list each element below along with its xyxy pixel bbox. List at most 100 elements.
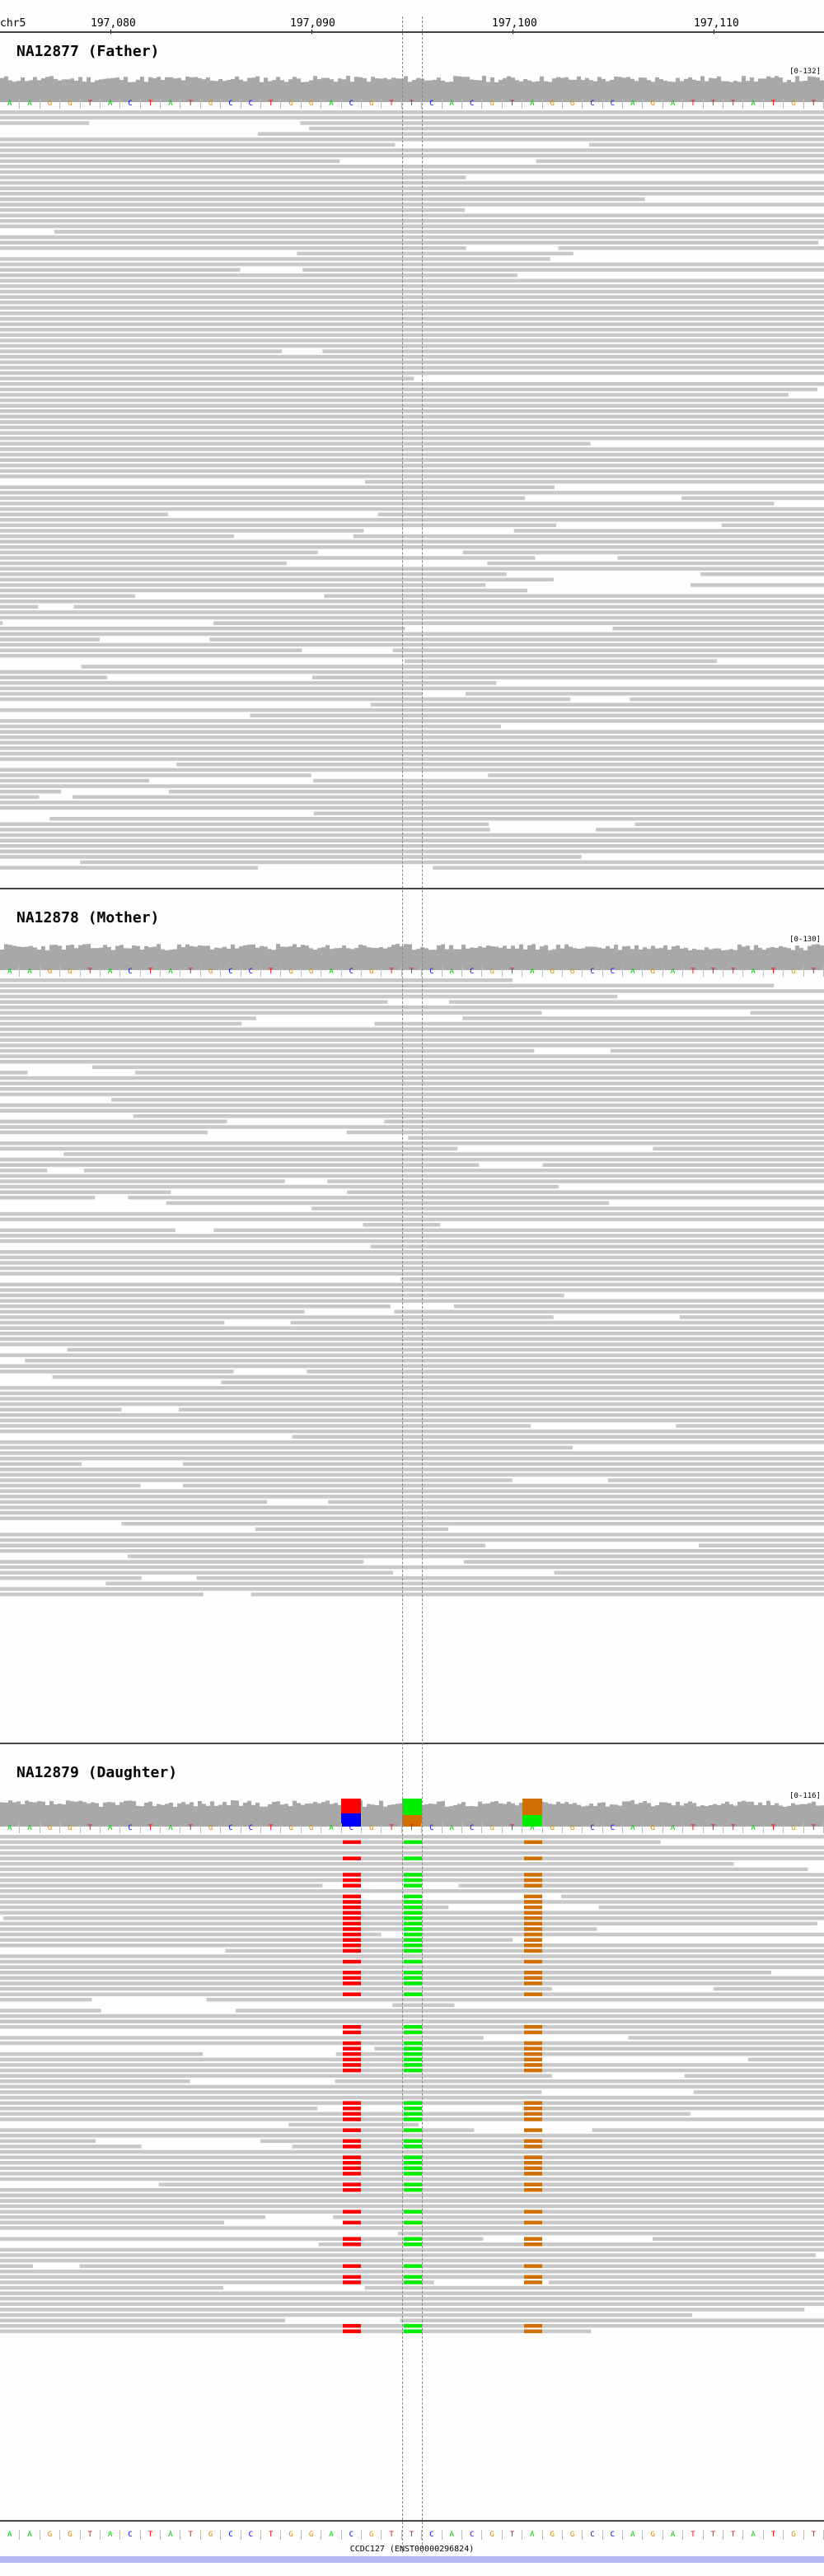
reference-base: T — [704, 2530, 724, 2540]
aligned-read — [0, 1016, 256, 1020]
aligned-read — [400, 2318, 824, 2322]
aligned-read — [52, 1374, 824, 1379]
aligned-read — [374, 1021, 824, 1026]
reference-base: A — [0, 967, 21, 977]
aligned-read — [0, 1125, 824, 1129]
mismatch-base — [404, 1911, 422, 1915]
mismatch-base — [524, 2329, 542, 2334]
reference-base: G — [40, 967, 61, 977]
coverage-track-daughter[interactable] — [0, 1794, 824, 1827]
mismatch-base — [524, 1894, 542, 1899]
aligned-read — [0, 360, 824, 365]
aligned-read — [0, 2302, 824, 2307]
aligned-read — [0, 1370, 234, 1374]
mismatch-base — [343, 1856, 361, 1860]
reference-base: C — [462, 1823, 483, 1833]
aligned-read — [0, 697, 571, 702]
mismatch-base — [524, 2139, 542, 2144]
aligned-read — [0, 180, 824, 185]
mismatch-base — [404, 1971, 422, 1975]
aligned-read — [0, 1500, 267, 1505]
aligned-read — [73, 795, 824, 800]
aligned-read — [0, 1445, 574, 1450]
aligned-read — [182, 1483, 824, 1488]
aligned-read — [0, 420, 824, 424]
aligned-read — [0, 2297, 824, 2301]
reference-base: G — [281, 99, 302, 109]
reference-base: G — [40, 1823, 61, 1833]
aligned-read — [0, 2144, 142, 2149]
gene-annotation-bar[interactable] — [0, 2556, 824, 2563]
reference-base: C — [603, 99, 624, 109]
aligned-read — [0, 523, 556, 528]
aligned-read — [0, 224, 824, 229]
aligned-read — [0, 376, 414, 380]
reference-base: G — [543, 1823, 563, 1833]
center-guide-line — [402, 16, 403, 2553]
coverage-variant-bar — [341, 1799, 361, 1813]
aligned-read — [0, 594, 135, 598]
aligned-read — [0, 153, 824, 158]
aligned-read — [0, 366, 824, 370]
reference-base: T — [764, 99, 784, 109]
reference-base: T — [141, 1823, 162, 1833]
read-alignments-father[interactable] — [0, 110, 824, 884]
aligned-read — [0, 1889, 824, 1893]
reference-base: A — [101, 967, 121, 977]
mismatch-base — [524, 2030, 542, 2035]
reference-base: A — [20, 99, 40, 109]
reference-base: C — [241, 967, 262, 977]
aligned-read — [0, 627, 405, 631]
aligned-read — [0, 583, 486, 587]
aligned-read — [0, 2036, 484, 2040]
reference-base: T — [382, 967, 402, 977]
mismatch-base — [524, 1921, 542, 1926]
reference-base: G — [40, 2530, 61, 2540]
aligned-read — [0, 1565, 824, 1570]
aligned-read — [236, 2009, 824, 2013]
coverage-track-mother[interactable] — [0, 937, 824, 970]
coverage-track-father[interactable] — [0, 69, 824, 102]
aligned-read — [462, 1016, 824, 1020]
mismatch-base — [404, 2166, 422, 2171]
reference-base: G — [201, 2530, 222, 2540]
reference-base: T — [141, 2530, 162, 2540]
aligned-read — [196, 1576, 824, 1580]
mismatch-base — [524, 2237, 542, 2241]
reference-base: T — [261, 1823, 282, 1833]
track-divider — [0, 1743, 824, 1744]
reference-base: G — [281, 967, 302, 977]
reference-base: T — [804, 1823, 824, 1833]
read-alignments-mother[interactable] — [0, 978, 824, 1604]
reference-base: C — [422, 967, 442, 977]
aligned-read — [307, 1370, 824, 1374]
aligned-read — [0, 316, 824, 321]
aligned-read — [679, 1315, 824, 1319]
aligned-read — [0, 529, 364, 533]
track-title-daughter: NA12879 (Daughter) — [16, 1764, 178, 1781]
aligned-read — [0, 414, 824, 419]
reference-base: A — [743, 99, 764, 109]
aligned-read — [0, 289, 824, 294]
aligned-read — [0, 262, 824, 267]
read-alignments-daughter[interactable] — [0, 1835, 824, 2345]
aligned-read — [713, 1986, 824, 1991]
aligned-read — [91, 1065, 824, 1070]
aligned-read — [721, 523, 824, 528]
mismatch-base — [524, 1873, 542, 1877]
mismatch-base — [404, 1905, 422, 1910]
aligned-read — [255, 1527, 449, 1532]
reference-base: G — [784, 1823, 804, 1833]
aligned-read — [0, 2177, 824, 2182]
mismatch-base — [404, 1932, 422, 1937]
aligned-read — [0, 983, 775, 988]
aligned-read — [83, 1169, 824, 1173]
aligned-read — [558, 246, 824, 250]
aligned-read — [684, 2074, 824, 2078]
aligned-read — [0, 1592, 204, 1597]
position-ruler[interactable]: chr5 197,080 197,090 197,100 197,110 — [0, 0, 824, 34]
aligned-read — [0, 2134, 824, 2138]
aligned-read — [416, 1932, 824, 1937]
reference-base: T — [382, 99, 402, 109]
reference-base: T — [402, 2530, 423, 2540]
